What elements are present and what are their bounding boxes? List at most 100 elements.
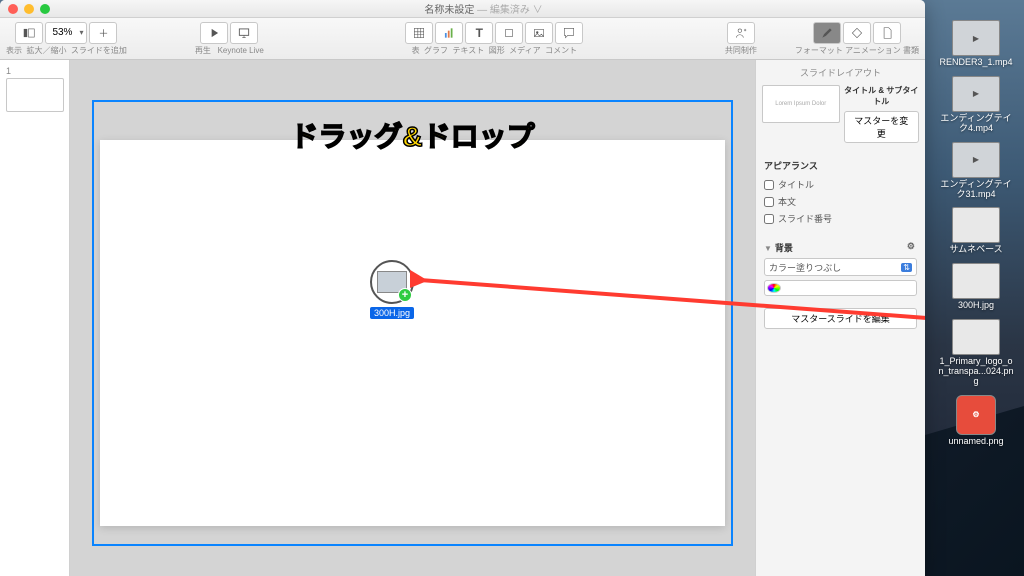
toolbar-label: 再生 Keynote Live [195, 45, 264, 56]
desktop-file[interactable]: ▶エンディングテイク31.mp4 [936, 142, 1016, 200]
gear-icon[interactable]: ⚙ [907, 241, 915, 252]
toolbar-label: 共同制作 [725, 45, 757, 56]
disclosure-triangle-icon[interactable]: ▼ [764, 244, 772, 253]
drag-drop-indicator: + 300H.jpg [370, 260, 414, 319]
zoom-select[interactable]: 53% [45, 22, 87, 44]
maximize-window-button[interactable] [40, 4, 50, 14]
media-button[interactable] [525, 22, 553, 44]
comment-icon [562, 26, 576, 40]
drop-circle-icon: + [370, 260, 414, 304]
canvas-area[interactable]: ドラッグ&ドロップ + 300H.jpg [70, 60, 755, 576]
close-window-button[interactable] [8, 4, 18, 14]
desktop-file[interactable]: サムネベース [936, 207, 1016, 255]
text-button[interactable]: T [465, 22, 493, 44]
file-thumb-icon [952, 263, 1000, 299]
layout-thumbnail[interactable]: Lorem Ipsum Dolor [762, 85, 840, 123]
toolbar-label: フォーマット アニメーション 書類 [795, 45, 919, 56]
format-inspector: スライドレイアウト Lorem Ipsum Dolor タイトル & サブタイト… [755, 60, 925, 576]
layout-name: タイトル & サブタイトル [844, 85, 920, 107]
view-button[interactable] [15, 22, 43, 44]
inspector-group: フォーマット アニメーション 書類 [795, 22, 919, 56]
shape-icon [502, 26, 516, 40]
color-well[interactable] [764, 280, 917, 296]
file-thumb-icon: ⚙ [956, 395, 996, 435]
screen-icon [237, 26, 251, 40]
slide-thumbnail[interactable] [6, 78, 64, 112]
file-label: unnamed.png [948, 437, 1003, 447]
edit-master-button[interactable]: マスタースライドを編集 [764, 308, 917, 329]
file-label: サムネベース [949, 245, 1002, 255]
document-status: — 編集済み ∨ [477, 5, 543, 16]
desktop-file[interactable]: ⚙ unnamed.png [936, 395, 1016, 447]
document-button[interactable] [873, 22, 901, 44]
toolbar: 53% ＋ 表示 拡大／縮小 スライドを追加 再生 Keynote Live T [0, 18, 925, 60]
person-plus-icon [734, 26, 748, 40]
background-heading: ▼背景⚙ [764, 241, 917, 254]
window-titlebar[interactable]: 名称未設定 — 編集済み ∨ [0, 0, 925, 18]
file-thumb-icon: ▶ [952, 76, 1000, 112]
fill-type-select[interactable]: カラー塗りつぶし [764, 258, 917, 276]
media-icon [532, 26, 546, 40]
slide-number-checkbox-row[interactable]: スライド番号 [764, 210, 917, 227]
play-button[interactable] [200, 22, 228, 44]
checkbox-label: スライド番号 [778, 212, 832, 225]
file-label: 1_Primary_logo_on_transpa...024.png [937, 357, 1015, 387]
collab-group: 共同制作 [725, 22, 757, 56]
toolbar-label: 表 グラフ テキスト 図形 メディア コメント [412, 45, 577, 56]
minimize-window-button[interactable] [24, 4, 34, 14]
file-thumb-icon [952, 319, 1000, 355]
title-checkbox[interactable] [764, 180, 774, 190]
file-label: エンディングテイク4.mp4 [937, 114, 1015, 134]
keynote-window: 名称未設定 — 編集済み ∨ 53% ＋ 表示 拡大／縮小 スライドを追加 再生… [0, 0, 925, 576]
change-master-button[interactable]: マスターを変更 [844, 111, 920, 143]
plus-badge-icon: + [398, 288, 412, 302]
body-checkbox[interactable] [764, 197, 774, 207]
slide-canvas[interactable] [100, 140, 725, 526]
file-thumb-icon: ▶ [952, 20, 1000, 56]
keynote-live-button[interactable] [230, 22, 258, 44]
file-label: 300H.jpg [958, 301, 994, 311]
desktop-file[interactable]: 1_Primary_logo_on_transpa...024.png [936, 319, 1016, 387]
traffic-lights [8, 4, 50, 14]
play-group: 再生 Keynote Live [195, 22, 264, 56]
document-icon [880, 26, 894, 40]
file-thumb-icon [952, 207, 1000, 243]
view-group: 53% ＋ 表示 拡大／縮小 スライドを追加 [6, 22, 127, 56]
desktop-file[interactable]: ▶エンディングテイク4.mp4 [936, 76, 1016, 134]
desktop-file[interactable]: ▶ RENDER3_1.mp4 [936, 20, 1016, 68]
document-name: 名称未設定 [424, 5, 474, 16]
format-button[interactable] [813, 22, 841, 44]
color-wheel-icon [767, 283, 781, 293]
window-title: 名称未設定 — 編集済み ∨ [50, 1, 917, 16]
collaborate-button[interactable] [727, 22, 755, 44]
brush-icon [820, 26, 834, 40]
fill-type-value: カラー塗りつぶし [769, 261, 841, 274]
annotation-text: ドラッグ&ドロップ [290, 115, 534, 155]
chart-button[interactable] [435, 22, 463, 44]
text-icon: T [476, 26, 483, 40]
comment-button[interactable] [555, 22, 583, 44]
table-icon [412, 26, 426, 40]
insert-group: T 表 グラフ テキスト 図形 メディア コメント [405, 22, 583, 56]
checkbox-label: 本文 [778, 195, 796, 208]
slide-number-checkbox[interactable] [764, 214, 774, 224]
shape-button[interactable] [495, 22, 523, 44]
animate-button[interactable] [843, 22, 871, 44]
add-slide-button[interactable]: ＋ [89, 22, 117, 44]
desktop-file[interactable]: 300H.jpg [936, 263, 1016, 311]
title-checkbox-row[interactable]: タイトル [764, 176, 917, 193]
inspector-header: スライドレイアウト [756, 64, 925, 85]
chart-icon [442, 26, 456, 40]
desktop-icons-column: ▶RENDER3_1.mp4 ▶エンディングテイク4.mp4 ▶エンディングテイ… [936, 20, 1016, 447]
view-icon [22, 26, 36, 40]
main-area: 1 ドラッグ&ドロップ + 300H.jpg [0, 60, 925, 576]
body-checkbox-row[interactable]: 本文 [764, 193, 917, 210]
slide-navigator[interactable]: 1 [0, 60, 70, 576]
toolbar-label: 表示 拡大／縮小 スライドを追加 [6, 45, 127, 56]
file-label: エンディングテイク31.mp4 [937, 180, 1015, 200]
drop-file-name: 300H.jpg [370, 307, 414, 319]
table-button[interactable] [405, 22, 433, 44]
play-icon [207, 26, 221, 40]
file-label: RENDER3_1.mp4 [939, 58, 1012, 68]
appearance-heading: アピアランス [764, 159, 917, 172]
